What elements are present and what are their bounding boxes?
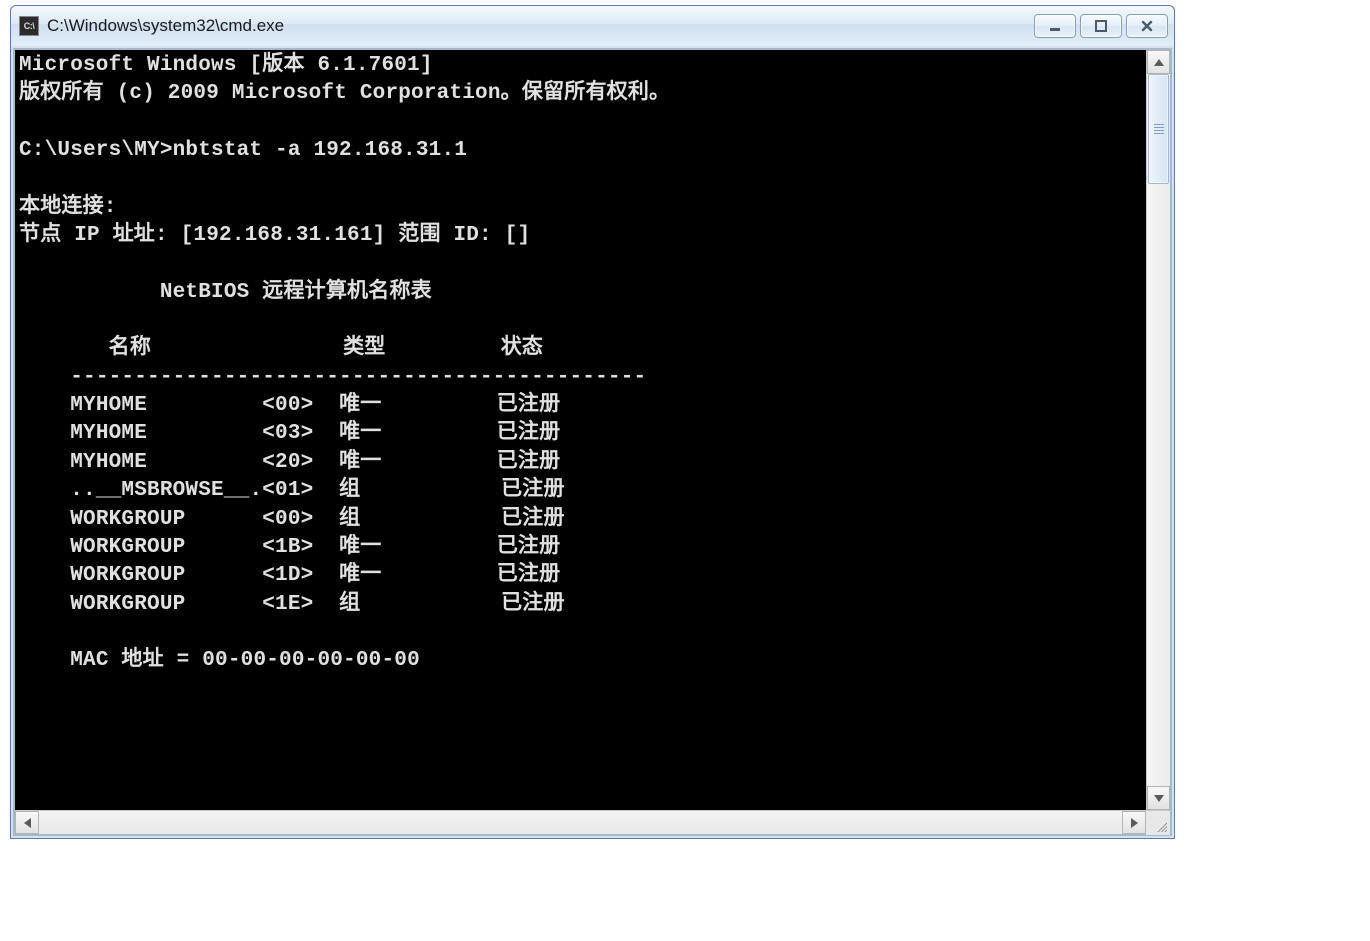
horizontal-scrollbar[interactable] bbox=[15, 810, 1170, 834]
chevron-right-icon bbox=[1131, 818, 1138, 828]
window-title: C:\Windows\system32\cmd.exe bbox=[47, 16, 1034, 36]
vscroll-track[interactable] bbox=[1147, 74, 1170, 786]
terminal-output[interactable]: Microsoft Windows [版本 6.1.7601] 版权所有 (c)… bbox=[15, 50, 1146, 810]
app-icon: C:\ bbox=[19, 16, 39, 36]
scroll-right-button[interactable] bbox=[1122, 811, 1146, 834]
table-row: MYHOME <20> 唯一 已注册 bbox=[70, 451, 560, 474]
chevron-up-icon bbox=[1154, 59, 1164, 66]
cmd-window: C:\ C:\Windows\system32\cmd.exe Microsof… bbox=[10, 5, 1175, 839]
table-row: ..__MSBROWSE__.<01> 组 已注册 bbox=[70, 479, 565, 502]
node-ip-line: 节点 IP 址址: [192.168.31.161] 范围 ID: [] bbox=[19, 224, 530, 247]
scroll-down-button[interactable] bbox=[1147, 786, 1170, 810]
connection-label: 本地连接: bbox=[19, 196, 117, 219]
command-text: nbtstat -a 192.168.31.1 bbox=[173, 139, 467, 162]
scroll-left-button[interactable] bbox=[15, 811, 39, 834]
vertical-scrollbar[interactable] bbox=[1146, 50, 1170, 810]
os-version-line: Microsoft Windows [版本 6.1.7601] bbox=[19, 54, 433, 77]
vscroll-thumb[interactable] bbox=[1148, 74, 1169, 184]
resize-grip[interactable] bbox=[1146, 811, 1170, 835]
prompt: C:\Users\MY> bbox=[19, 139, 173, 162]
maximize-button[interactable] bbox=[1080, 14, 1122, 38]
col-name: 名称 bbox=[109, 337, 151, 360]
col-type: 类型 bbox=[343, 337, 385, 360]
close-button[interactable] bbox=[1126, 14, 1168, 38]
table-row: MYHOME <00> 唯一 已注册 bbox=[70, 394, 560, 417]
hscroll-track[interactable] bbox=[39, 811, 1122, 834]
maximize-icon bbox=[1094, 19, 1108, 33]
table-row: WORKGROUP <00> 组 已注册 bbox=[70, 508, 565, 531]
chevron-left-icon bbox=[24, 818, 31, 828]
col-status: 状态 bbox=[501, 337, 543, 360]
window-controls bbox=[1034, 14, 1168, 38]
titlebar[interactable]: C:\ C:\Windows\system32\cmd.exe bbox=[11, 6, 1174, 46]
close-icon bbox=[1140, 19, 1154, 33]
mac-address-line: MAC 地址 = 00-00-00-00-00-00 bbox=[70, 649, 420, 672]
table-title: NetBIOS 远程计算机名称表 bbox=[160, 281, 432, 304]
table-separator: ----------------------------------------… bbox=[70, 366, 646, 389]
table-row: WORKGROUP <1B> 唯一 已注册 bbox=[70, 536, 560, 559]
copyright-line: 版权所有 (c) 2009 Microsoft Corporation。保留所有… bbox=[19, 82, 670, 105]
table-row: MYHOME <03> 唯一 已注册 bbox=[70, 422, 560, 445]
table-row: WORKGROUP <1E> 组 已注册 bbox=[70, 593, 565, 616]
minimize-button[interactable] bbox=[1034, 14, 1076, 38]
scroll-up-button[interactable] bbox=[1147, 50, 1170, 74]
table-row: WORKGROUP <1D> 唯一 已注册 bbox=[70, 564, 560, 587]
minimize-icon bbox=[1048, 19, 1062, 33]
chevron-down-icon bbox=[1154, 795, 1164, 802]
